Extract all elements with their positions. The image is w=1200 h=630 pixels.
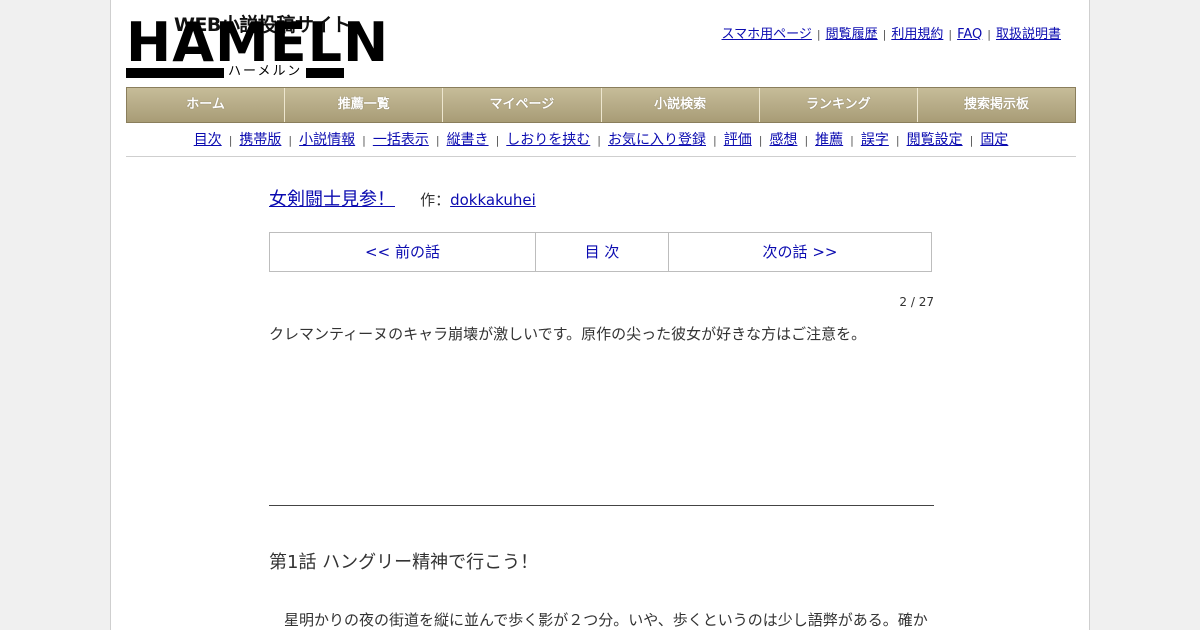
author-label: 作： (420, 191, 451, 209)
main-nav: ホーム 推薦一覧 マイページ 小説検索 ランキング 捜索掲示板 (126, 87, 1076, 123)
chapter-nav: << 前の話 目 次 次の話 >> (269, 232, 932, 272)
subnav-rate[interactable]: 評価 (724, 132, 752, 148)
logo-wordmark: HAMELN (126, 11, 390, 74)
next-chapter-link[interactable]: 次の話 >> (669, 233, 931, 271)
content-divider (269, 505, 934, 506)
toc-link[interactable]: 目 次 (536, 233, 669, 271)
novel-title-link[interactable]: 女剣闘士見参！ (269, 189, 395, 210)
nav-novel-search[interactable]: 小説検索 (602, 88, 760, 122)
author-link[interactable]: dokkakuhei (450, 191, 536, 209)
chapter-body: 星明かりの夜の街道を縦に並んで歩く影が２つ分。いや、歩くというのは少し語弊がある… (269, 611, 928, 629)
subnav-view-settings[interactable]: 閲覧設定 (907, 132, 963, 148)
smartphone-page-link[interactable]: スマホ用ページ (722, 27, 812, 42)
nav-recommendations[interactable]: 推薦一覧 (285, 88, 444, 122)
nav-home[interactable]: ホーム (127, 88, 286, 122)
site-logo[interactable]: WEB小説投稿サイト HAMELN ハーメルン (126, 10, 388, 80)
logo-kana: ハーメルン (224, 64, 307, 80)
subnav-bookmark[interactable]: しおりを挟む (506, 132, 590, 148)
manual-link[interactable]: 取扱説明書 (996, 27, 1061, 42)
subnav-favorite[interactable]: お気に入り登録 (608, 132, 706, 148)
subnav-vertical[interactable]: 縦書き (447, 132, 489, 148)
nav-mypage[interactable]: マイページ (443, 88, 602, 122)
sub-nav: 目次 | 携帯版 | 小説情報 | 一括表示 | 縦書き | しおりを挟む | お気に入り登録 | 評価 | 感… (193, 132, 1009, 148)
novel-header: 女剣闘士見参！ 作：dokkakuhei (269, 185, 536, 211)
subnav-toc[interactable]: 目次 (194, 132, 222, 148)
prev-chapter-link[interactable]: << 前の話 (270, 233, 536, 271)
page-container: WEB小説投稿サイト HAMELN ハーメルン スマホ用ページ | 閲覧履歴 | 利用規… (110, 0, 1090, 630)
subnav-recommend[interactable]: 推薦 (815, 132, 843, 148)
subnav-mobile[interactable]: 携帯版 (239, 132, 281, 148)
history-link[interactable]: 閲覧履歴 (826, 27, 878, 42)
nav-ranking[interactable]: ランキング (760, 88, 918, 122)
terms-link[interactable]: 利用規約 (891, 27, 943, 42)
subnav-typo-report[interactable]: 誤字 (861, 132, 889, 148)
chapter-counter: 2 / 27 (899, 295, 934, 309)
nav-search-board[interactable]: 捜索掲示板 (918, 88, 1075, 122)
chapter-title: 第1話 ハングリー精神で行こう！ (269, 552, 539, 573)
top-links: スマホ用ページ | 閲覧履歴 | 利用規約 | FAQ | 取扱説明書 (721, 27, 1061, 42)
subnav-pin[interactable]: 固定 (980, 132, 1008, 148)
foreword-text: クレマンティーヌのキャラ崩壊が激しいです。原作の尖った彼女が好きな方はご注意を。 (269, 325, 867, 343)
faq-link[interactable]: FAQ (957, 27, 982, 42)
subnav-divider (126, 156, 1076, 157)
subnav-show-all[interactable]: 一括表示 (373, 132, 429, 148)
subnav-comments[interactable]: 感想 (769, 132, 797, 148)
subnav-novel-info[interactable]: 小説情報 (299, 132, 355, 148)
